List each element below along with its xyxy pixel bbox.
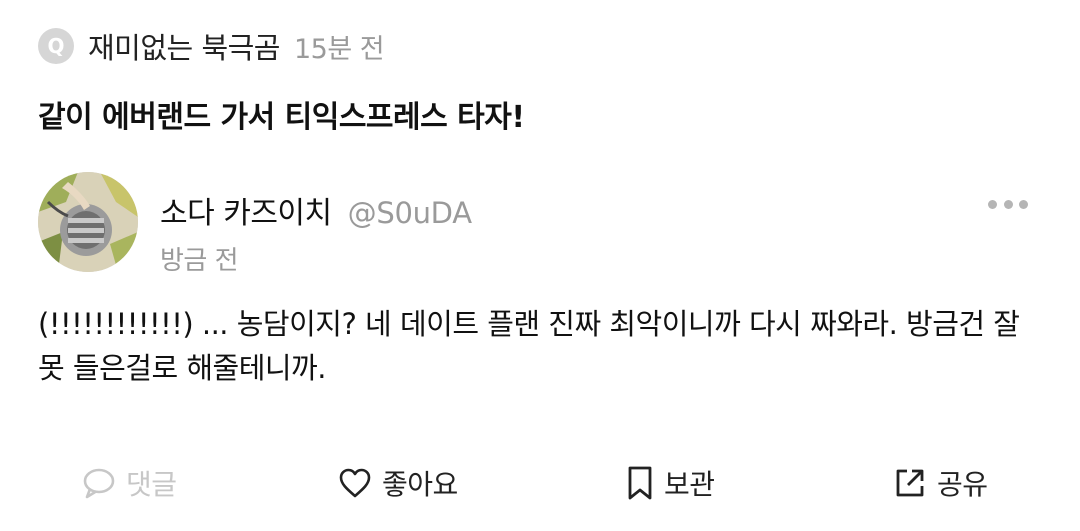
answer-text: (!!!!!!!!!!!!) ... 농담이지? 네 데이트 플랜 진짜 최악이… bbox=[38, 307, 1020, 385]
avatar-image bbox=[38, 172, 138, 272]
like-button[interactable]: 좋아요 bbox=[338, 458, 458, 508]
more-dot bbox=[1019, 199, 1028, 209]
share-label: 공유 bbox=[937, 468, 988, 501]
author-handle[interactable]: @S0uDA bbox=[348, 196, 472, 230]
share-icon bbox=[896, 469, 924, 497]
question-timestamp: 15분 전 bbox=[293, 33, 385, 65]
bookmark-button[interactable]: 보관 bbox=[626, 458, 715, 508]
avatar[interactable] bbox=[38, 172, 138, 272]
asker-name[interactable]: 재미없는 북극곰 bbox=[88, 25, 280, 67]
like-label: 좋아요 bbox=[382, 468, 458, 501]
answer-author: 소다 카즈이치 @S0uDA 방금 전 bbox=[160, 188, 472, 277]
more-dots-icon[interactable] bbox=[988, 194, 1028, 214]
action-bar: 댓글 좋아요 보관 공유 bbox=[0, 458, 1080, 508]
question-badge-icon: Q bbox=[38, 28, 74, 64]
comment-bubble-icon bbox=[83, 468, 115, 499]
share-button[interactable]: 공유 bbox=[893, 458, 988, 508]
more-dot bbox=[988, 199, 997, 209]
bookmark-label: 보관 bbox=[664, 468, 715, 501]
more-dot bbox=[1003, 199, 1013, 209]
comment-button[interactable]: 댓글 bbox=[82, 458, 177, 508]
answer-timestamp: 방금 전 bbox=[160, 246, 239, 276]
question-text: 같이 에버랜드 가서 티익스프레스 타자! bbox=[38, 100, 525, 135]
question-header: Q 재미없는 북극곰 15분 전 bbox=[38, 25, 385, 67]
author-name[interactable]: 소다 카즈이치 bbox=[160, 188, 332, 232]
comment-label: 댓글 bbox=[126, 468, 177, 501]
heart-icon bbox=[339, 468, 371, 498]
bookmark-icon bbox=[628, 466, 652, 500]
